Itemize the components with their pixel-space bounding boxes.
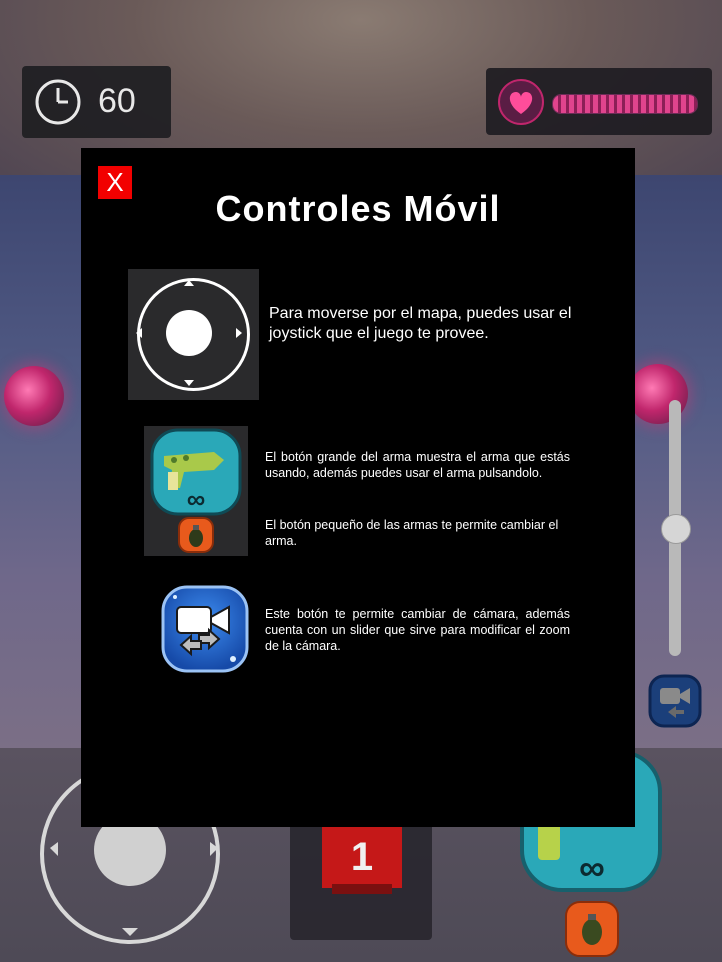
weapon-ammo-label: ∞ — [187, 484, 206, 514]
clock-icon — [35, 79, 81, 125]
weapon-preview: ∞ — [144, 426, 248, 556]
joystick-description: Para moverse por el mapa, puedes usar el… — [269, 305, 572, 342]
joystick-icon — [136, 278, 250, 391]
camera-button-description: Este botón te permite cambiar de cámara,… — [265, 607, 570, 653]
grenade-icon — [189, 529, 203, 547]
player-number-digit: 1 — [351, 835, 373, 879]
camera-switch-icon — [161, 585, 249, 673]
camera-zoom-slider[interactable] — [661, 400, 691, 656]
mobile-controls-dialog: X Controles Móvil Para moverse por el ma… — [81, 148, 635, 827]
joystick-preview — [128, 269, 259, 400]
player-number-badge: 1 — [322, 824, 402, 894]
health-panel — [486, 68, 712, 135]
health-bar-fill — [553, 95, 697, 113]
weapon-switch-description: El botón pequeño de las armas te permite… — [265, 518, 559, 548]
heart-icon — [498, 79, 544, 125]
arena-orb-left — [4, 366, 64, 426]
grenade-switch-button[interactable] — [564, 900, 620, 958]
camera-zoom-slider-handle[interactable] — [661, 514, 691, 544]
camera-switch-button[interactable] — [648, 674, 702, 728]
timer-value: 60 — [98, 82, 136, 120]
ammo-infinite-label: ∞ — [579, 847, 605, 888]
weapon-icon: ∞ — [150, 428, 242, 553]
dialog-title: Controles Móvil — [215, 188, 501, 229]
health-bar — [552, 94, 698, 114]
weapon-button-description: El botón grande del arma muestra el arma… — [265, 450, 570, 480]
timer-panel: 60 — [22, 66, 171, 138]
